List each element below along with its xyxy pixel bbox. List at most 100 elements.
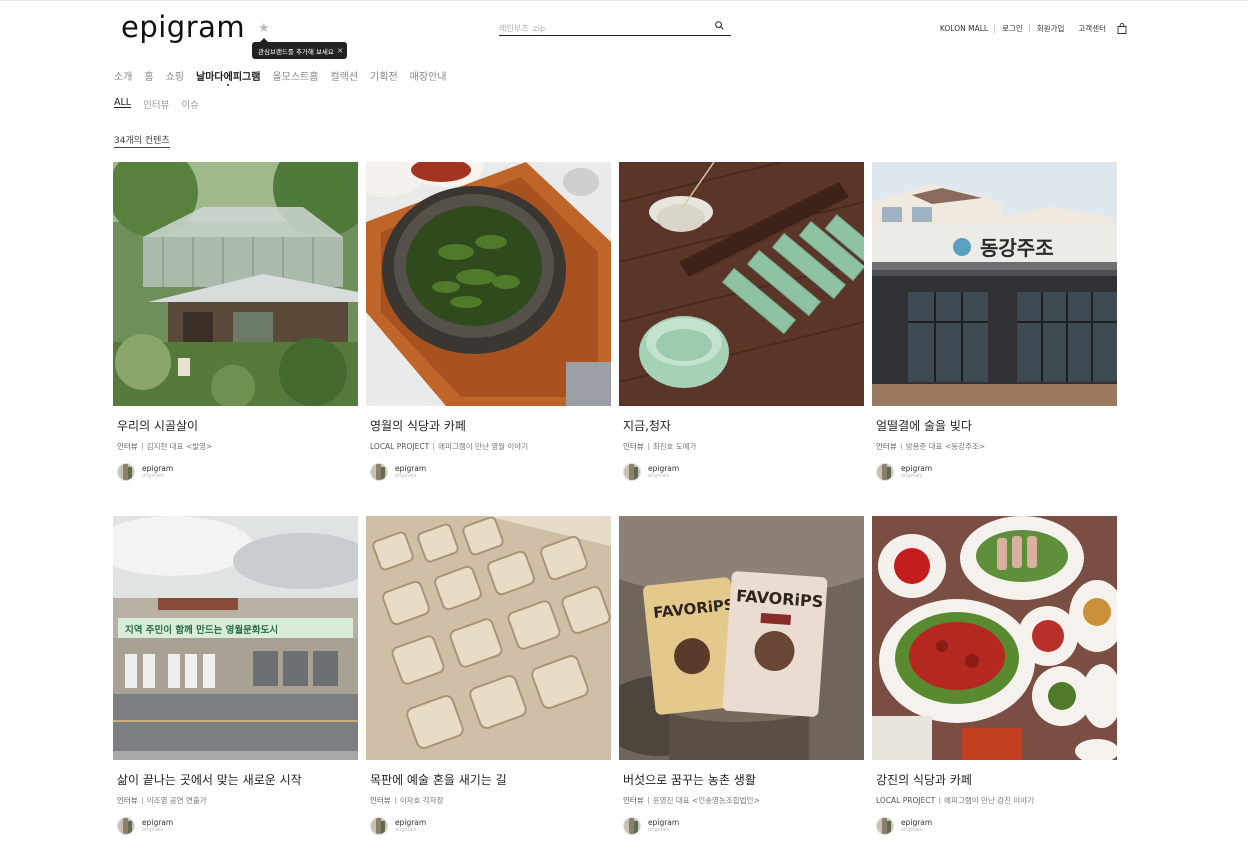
author-name: epigram [648, 463, 680, 473]
card-subtitle: 윤영진 대표 <인송영농조합법인> [652, 796, 760, 805]
card-category: LOCAL PROJECT [370, 442, 430, 451]
avatar [117, 817, 135, 835]
content-card[interactable]: 목판에 예술 혼을 새기는 길 인터뷰 이자호 각자장 epigram origin… [366, 516, 611, 864]
shopping-bag-icon[interactable] [1117, 23, 1127, 34]
sub-nav: ALL 인터뷰 이슈 [114, 97, 211, 111]
card-subtitle: 에피그램이 만난 영월 이야기 [438, 442, 529, 451]
content-card[interactable]: 우리의 시골살이 인터뷰 김지현 대표 <발영> epigram originals [113, 162, 358, 516]
card-title[interactable]: 지금,청자 [623, 417, 864, 434]
author-name: epigram [395, 463, 427, 473]
avatar [876, 817, 894, 835]
card-author[interactable]: epigram originals [876, 463, 932, 481]
author-sub: originals [901, 827, 923, 834]
avatar [623, 463, 641, 481]
author-sub: originals [142, 473, 164, 480]
card-meta: 인터뷰 방용준 대표 <동강주조> [876, 441, 1117, 452]
card-category: 인터뷰 [370, 796, 391, 805]
card-meta: 인터뷰 김지현 대표 <발영> [117, 441, 358, 452]
card-image-celadon[interactable] [619, 162, 864, 406]
tooltip-close-icon[interactable]: × [337, 46, 344, 55]
card-meta: 인터뷰 윤영진 대표 <인송영농조합법인> [623, 795, 864, 806]
author-name: epigram [142, 463, 174, 473]
author-name: epigram [648, 817, 680, 827]
login-link[interactable]: 로그인 [995, 23, 1030, 34]
nav-item-intro[interactable]: 소개 [114, 68, 132, 83]
card-image-woodblock[interactable] [366, 516, 611, 760]
card-title[interactable]: 강진의 식당과 카페 [876, 771, 1117, 788]
avatar [876, 463, 894, 481]
card-title[interactable]: 영월의 식당과 카페 [370, 417, 611, 434]
avatar [370, 463, 388, 481]
card-title[interactable]: 목판에 예술 혼을 새기는 길 [370, 771, 611, 788]
signup-link[interactable]: 회원가입 [1030, 23, 1072, 34]
author-name: epigram [901, 817, 933, 827]
card-meta: 인터뷰 이조영 공연 연출가 [117, 795, 358, 806]
author-sub: originals [395, 473, 417, 480]
favorite-tooltip: 관심브랜드를 추가해 보세요 × [252, 38, 347, 59]
customer-center-link[interactable]: 고객센터 [1071, 23, 1113, 34]
card-image-stone-pot[interactable] [366, 162, 611, 406]
card-author[interactable]: epigram originals [623, 463, 679, 481]
card-author[interactable]: epigram originals [623, 817, 679, 835]
author-name: epigram [142, 817, 174, 827]
card-category: LOCAL PROJECT [876, 796, 936, 805]
author-sub: originals [901, 473, 923, 480]
author-sub: originals [142, 827, 164, 834]
favorite-star-icon[interactable]: ★ [258, 22, 270, 35]
nav-item-almost-home[interactable]: 올모스트홈 [272, 68, 318, 83]
content-card[interactable]: 지금,청자 인터뷰 최진호 도예가 epigram originals [619, 162, 864, 516]
card-subtitle: 이자호 각자장 [399, 796, 444, 805]
card-author[interactable]: epigram originals [370, 817, 426, 835]
nav-item-daily-epigram[interactable]: 날마다에피그램 [196, 68, 260, 86]
nav-item-exhibition[interactable]: 기획전 [370, 68, 398, 83]
card-author[interactable]: epigram originals [370, 463, 426, 481]
kolon-mall-link[interactable]: KOLON MALL [933, 24, 996, 33]
card-title[interactable]: 버섯으로 꿈꾸는 농촌 생활 [623, 771, 864, 788]
brewery-sign-text: 동강주조 [980, 236, 1054, 260]
author-name: epigram [901, 463, 933, 473]
content-grid: 우리의 시골살이 인터뷰 김지현 대표 <발영> epigram originals [113, 162, 1118, 864]
card-image-korean-table[interactable] [872, 516, 1117, 760]
subnav-issue[interactable]: 이슈 [181, 97, 198, 111]
card-subtitle: 김지현 대표 <발영> [146, 442, 213, 451]
content-card[interactable]: 지역 주민이 함께 만드는 영월문화도시 삶이 끝나는 곳에서 맞는 새로운 시… [113, 516, 358, 864]
content-card[interactable]: FAVORiPS FAVORiPS 버섯으로 꿈꾸는 농촌 생활 인터뷰 윤영진 … [619, 516, 864, 864]
card-meta: 인터뷰 최진호 도예가 [623, 441, 864, 452]
tooltip-text: 관심브랜드를 추가해 보세요 [258, 47, 334, 56]
card-category: 인터뷰 [117, 796, 138, 805]
card-image-mushroom-snack[interactable]: FAVORiPS FAVORiPS [619, 516, 864, 760]
nav-item-stores[interactable]: 매장안내 [410, 68, 447, 83]
card-image-greenhouse[interactable] [113, 162, 358, 406]
author-sub: originals [648, 827, 670, 834]
content-card[interactable]: 동강주조 얼떨결에 술을 빚다 인터뷰 방용준 대표 <동강주조> epigram… [872, 162, 1117, 516]
card-image-old-building[interactable]: 지역 주민이 함께 만드는 영월문화도시 [113, 516, 358, 760]
card-category: 인터뷰 [117, 442, 138, 451]
search-icon[interactable] [715, 21, 724, 30]
nav-item-home[interactable]: 홈 [144, 68, 153, 83]
card-author[interactable]: epigram originals [876, 817, 932, 835]
card-author[interactable]: epigram originals [117, 817, 173, 835]
card-category: 인터뷰 [876, 442, 897, 451]
main-nav: 소개 홈 쇼핑 날마다에피그램 올모스트홈 컬렉션 기획전 매장안내 [114, 68, 458, 86]
author-sub: originals [648, 473, 670, 480]
card-title[interactable]: 얼떨결에 술을 빚다 [876, 417, 1117, 434]
utility-nav: KOLON MALL 로그인 회원가입 고객센터 [933, 23, 1127, 34]
nav-item-collection[interactable]: 컬렉션 [330, 68, 358, 83]
author-sub: originals [395, 827, 417, 834]
card-title[interactable]: 우리의 시골살이 [117, 417, 358, 434]
card-category: 인터뷰 [623, 442, 644, 451]
card-image-brewery[interactable]: 동강주조 [872, 162, 1117, 406]
building-sign-text: 지역 주민이 함께 만드는 영월문화도시 [125, 624, 278, 636]
card-meta: 인터뷰 이자호 각자장 [370, 795, 611, 806]
epigram-logo[interactable]: epigram [121, 10, 245, 44]
nav-item-shopping[interactable]: 쇼핑 [166, 68, 184, 83]
card-title[interactable]: 삶이 끝나는 곳에서 맞는 새로운 시작 [117, 771, 358, 788]
search-bar [499, 16, 731, 38]
avatar [370, 817, 388, 835]
subnav-interview[interactable]: 인터뷰 [143, 97, 169, 111]
search-input[interactable] [499, 19, 699, 38]
content-card[interactable]: 강진의 식당과 카페 LOCAL PROJECT 에피그램이 만난 강진 이야기 … [872, 516, 1117, 864]
content-card[interactable]: 영월의 식당과 카페 LOCAL PROJECT 에피그램이 만난 영월 이야기 … [366, 162, 611, 516]
subnav-all[interactable]: ALL [114, 97, 131, 111]
card-author[interactable]: epigram originals [117, 463, 173, 481]
